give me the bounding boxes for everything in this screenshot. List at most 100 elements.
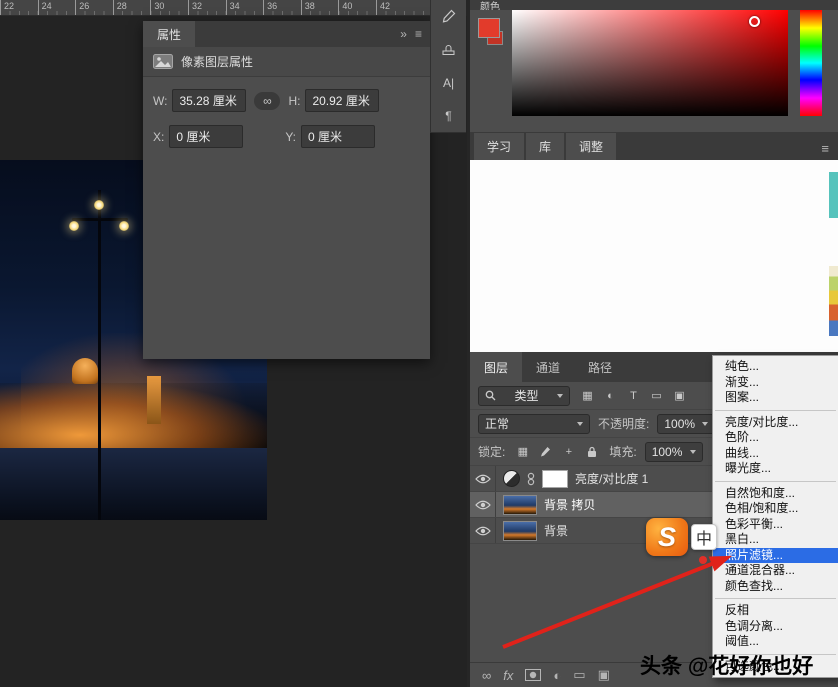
new-layer-icon[interactable]: ▣ [598,667,610,683]
blend-mode-value: 正常 [485,415,509,432]
width-field[interactable]: 35.28 厘米 [172,89,246,112]
tab-adjustments[interactable]: 调整 [566,133,616,160]
mask-link-icon [527,472,535,486]
tab-properties[interactable]: 属性 [143,21,195,47]
layer-effects-icon[interactable]: fx [503,668,513,683]
collapse-panel-icon[interactable]: » [400,27,407,41]
menu-item[interactable]: 色相/饱和度... [713,501,838,517]
menu-item[interactable]: 曲线... [713,446,838,462]
tab-libraries[interactable]: 库 [526,133,564,160]
ruler-mark: 26 [75,0,113,15]
clone-source-icon[interactable] [431,33,466,66]
photo-lamp-arm [72,218,128,221]
menu-item[interactable]: 纯色... [713,359,838,375]
ime-logo[interactable]: S [646,518,688,556]
ruler-mark: 40 [338,0,376,15]
adjustment-layer-icon[interactable] [503,470,520,487]
layer-mask-thumbnail[interactable] [542,470,568,488]
layer-filter-kind-select[interactable]: 类型 [478,386,570,406]
menu-item[interactable]: 阈值... [713,634,838,650]
blend-mode-select[interactable]: 正常 [478,414,590,434]
new-adjustment-layer-icon[interactable]: ◐ [553,668,561,683]
tab-paths[interactable]: 路径 [574,352,626,382]
menu-item[interactable]: 图案... [713,390,838,406]
character-panel-icon[interactable]: A| [431,66,466,99]
watermark-text: 头条 @花好你也好 [640,650,813,680]
tab-color[interactable]: 颜色 [470,0,838,10]
opacity-label: 不透明度: [598,415,649,432]
color-picker-handle[interactable] [749,16,760,27]
ruler-mark: 30 [150,0,188,15]
ruler-mark: 24 [38,0,76,15]
visibility-toggle[interactable] [470,466,496,491]
tab-learn[interactable]: 学习 [474,133,524,160]
menu-item[interactable]: 色彩平衡... [713,517,838,533]
x-field[interactable]: 0 厘米 [169,125,243,148]
filter-adjustment-layers-icon[interactable]: ◐ [601,386,620,405]
brush-settings-icon[interactable] [431,0,466,33]
ruler-mark: 22 [0,0,38,15]
opacity-value: 100% [664,417,695,431]
menu-item-photo-filter[interactable]: 照片滤镜... [713,548,838,564]
menu-item[interactable]: 渐变... [713,375,838,391]
link-dimensions-toggle[interactable]: ∞ [254,92,280,110]
menu-item[interactable]: 黑白... [713,532,838,548]
collapsed-edge-panel[interactable] [829,266,838,336]
filter-shape-layers-icon[interactable]: ▭ [647,386,666,405]
photo-ground [0,448,267,520]
lock-pixels-icon[interactable] [536,442,555,461]
menu-item[interactable]: 曝光度... [713,461,838,477]
chevron-down-icon [702,422,708,426]
layer-thumbnail[interactable] [503,495,537,515]
filter-smart-objects-icon[interactable]: ▣ [670,386,689,405]
ruler-mark: 34 [226,0,264,15]
ruler-mark: 42 [376,0,414,15]
filter-type-layers-icon[interactable]: T [624,386,643,405]
ime-mode-indicator[interactable]: 中 [691,524,717,550]
ime-badge[interactable]: S 中 [646,518,717,556]
kind-label: 类型 [514,387,538,404]
height-field[interactable]: 20.92 厘米 [305,89,379,112]
add-mask-icon[interactable] [525,669,541,681]
visibility-toggle[interactable] [470,518,496,543]
opacity-select[interactable]: 100% [657,414,715,434]
filter-pixel-layers-icon[interactable]: ▦ [578,386,597,405]
panel-menu-icon[interactable]: ≡ [415,27,422,41]
layer-name: 亮度/对比度 1 [575,470,648,487]
menu-item[interactable]: 色阶... [713,430,838,446]
menu-item[interactable]: 反相 [713,603,838,619]
menu-separator [715,598,836,599]
collapsed-panel-strip: A| ¶ [430,0,466,133]
chevron-down-icon [557,394,563,398]
layer-name: 背景 [544,522,568,539]
search-icon [485,390,496,401]
horizontal-ruler[interactable]: 22 24 26 28 30 32 34 36 38 40 42 [0,0,430,16]
menu-item[interactable]: 颜色查找... [713,579,838,595]
foreground-color-swatch[interactable] [478,18,500,38]
photo-tower [147,376,161,424]
adjustment-layer-menu: 纯色... 渐变... 图案... 亮度/对比度... 色阶... 曲线... … [712,355,838,678]
new-group-icon[interactable]: ▭ [573,667,585,683]
visibility-toggle[interactable] [470,492,496,517]
hue-slider[interactable] [800,10,822,116]
menu-separator [715,481,836,482]
tab-layers[interactable]: 图层 [470,352,522,382]
photo-lamp-globe [69,221,79,231]
lock-transparency-icon[interactable]: ▦ [513,442,532,461]
layer-thumbnail[interactable] [503,521,537,541]
paragraph-panel-icon[interactable]: ¶ [431,99,466,132]
tab-channels[interactable]: 通道 [522,352,574,382]
menu-item[interactable]: 自然饱和度... [713,486,838,502]
menu-item[interactable]: 色调分离... [713,619,838,635]
link-layers-icon[interactable]: ∞ [482,668,491,683]
collapsed-edge-panel[interactable] [829,172,838,218]
menu-item[interactable]: 通道混合器... [713,563,838,579]
ime-dot [699,556,707,564]
saturation-brightness-field[interactable] [512,10,788,116]
fill-select[interactable]: 100% [645,442,703,462]
lock-all-icon[interactable] [582,442,601,461]
y-field[interactable]: 0 厘米 [301,125,375,148]
menu-item[interactable]: 亮度/对比度... [713,415,838,431]
lock-position-icon[interactable]: + [559,442,578,461]
panel-menu-icon[interactable]: ≡ [821,141,838,160]
